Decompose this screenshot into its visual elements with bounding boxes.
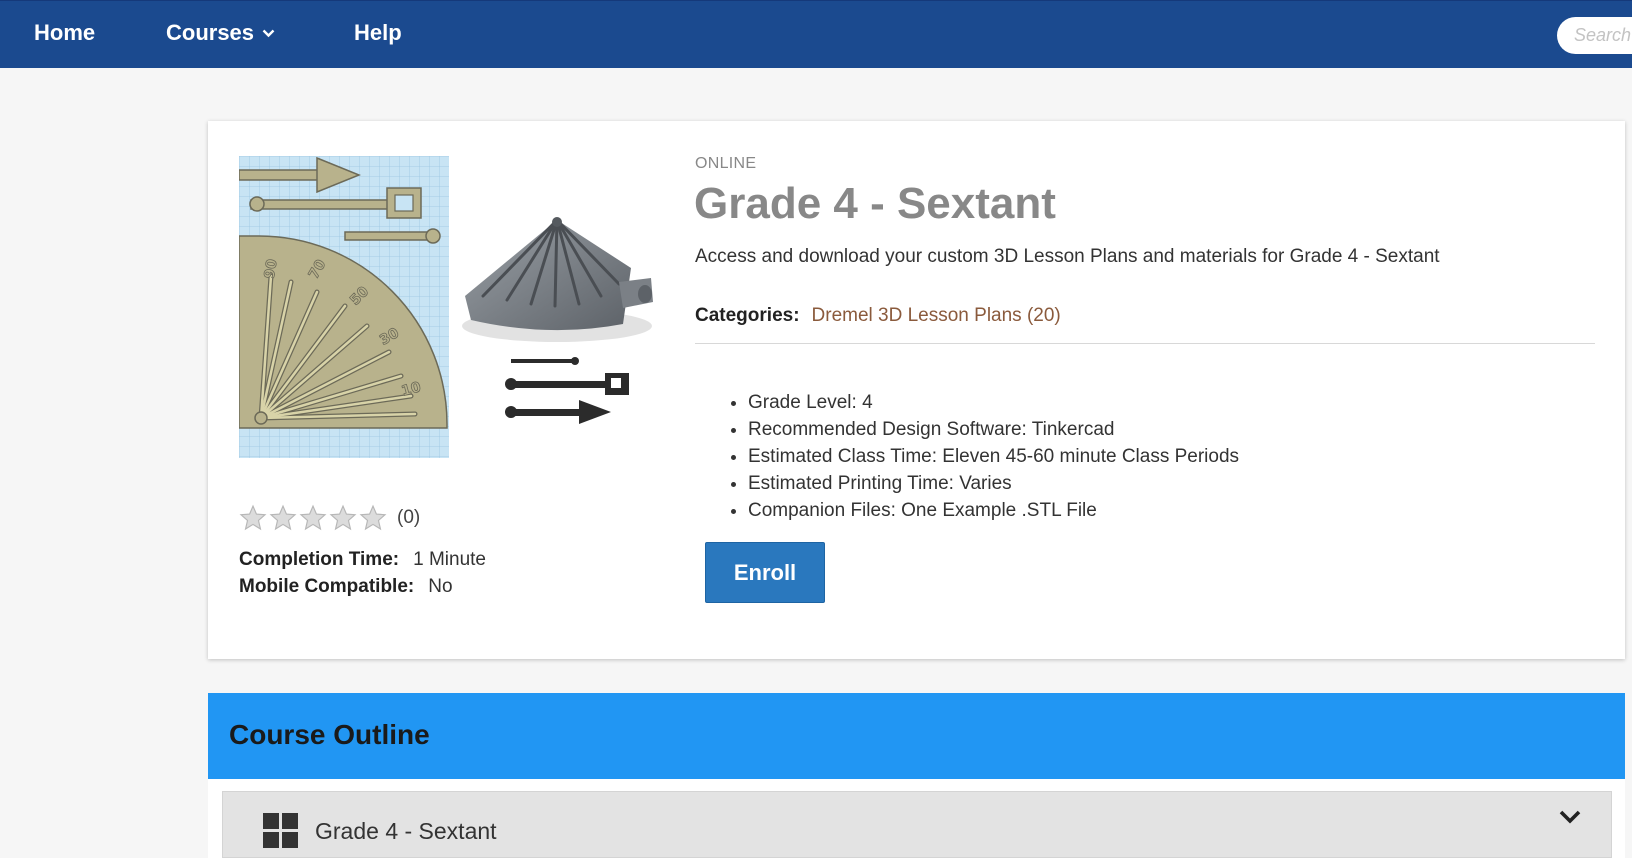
course-description: Access and download your custom 3D Lesso…: [695, 246, 1440, 267]
course-card: 90 70 50 30 10 (0) Completion Time: 1 Mi…: [208, 121, 1625, 659]
completion-time-label: Completion Time:: [239, 549, 400, 570]
mobile-compatible-value: No: [428, 576, 453, 597]
course-type-label: ONLINE: [695, 155, 757, 172]
course-title: Grade 4 - Sextant: [694, 179, 1056, 228]
course-thumbnail-image: 90 70 50 30 10: [239, 156, 679, 458]
detail-printing-time: Estimated Printing Time: Varies: [748, 470, 1239, 497]
star-icon: [359, 504, 387, 531]
search-input[interactable]: [1557, 17, 1632, 54]
rating-count: (0): [397, 507, 421, 528]
course-outline-title: Course Outline: [229, 719, 430, 750]
star-icon: [329, 504, 357, 531]
star-rating: (0): [239, 501, 420, 535]
mobile-compatible-row: Mobile Compatible: No: [239, 576, 453, 598]
star-icon: [239, 504, 267, 531]
outline-item-label: Grade 4 - Sextant: [315, 818, 497, 844]
chevron-down-icon: [262, 29, 275, 38]
outline-item[interactable]: Grade 4 - Sextant: [222, 791, 1612, 858]
mobile-compatible-label: Mobile Compatible:: [239, 576, 415, 597]
categories-label: Categories:: [695, 305, 800, 326]
enroll-button[interactable]: Enroll: [705, 542, 825, 603]
detail-grade-level: Grade Level: 4: [748, 389, 1239, 416]
nav-courses-label: Courses: [166, 20, 255, 45]
detail-class-time: Estimated Class Time: Eleven 45-60 minut…: [748, 443, 1239, 470]
divider: [695, 343, 1595, 344]
nav-courses-dropdown[interactable]: Courses: [166, 20, 275, 46]
star-icon: [269, 504, 297, 531]
star-icon: [299, 504, 327, 531]
top-navigation-bar: Home Courses Help: [0, 0, 1632, 68]
detail-companion-files: Companion Files: One Example .STL File: [748, 497, 1239, 524]
grid-icon: [263, 813, 298, 848]
nav-home-link[interactable]: Home: [34, 20, 95, 46]
course-outline-panel: Grade 4 - Sextant: [208, 779, 1625, 858]
chevron-down-icon[interactable]: [1558, 808, 1582, 826]
categories-row: Categories: Dremel 3D Lesson Plans (20): [695, 305, 1061, 327]
svg-text:90: 90: [262, 258, 281, 280]
nav-help-link[interactable]: Help: [354, 20, 402, 46]
course-outline-header: Course Outline: [208, 693, 1625, 779]
course-details-list: Grade Level: 4 Recommended Design Softwa…: [748, 389, 1239, 524]
category-link[interactable]: Dremel 3D Lesson Plans (20): [812, 305, 1061, 326]
detail-design-software: Recommended Design Software: Tinkercad: [748, 416, 1239, 443]
completion-time-value: 1 Minute: [413, 549, 486, 570]
completion-time-row: Completion Time: 1 Minute: [239, 549, 486, 571]
